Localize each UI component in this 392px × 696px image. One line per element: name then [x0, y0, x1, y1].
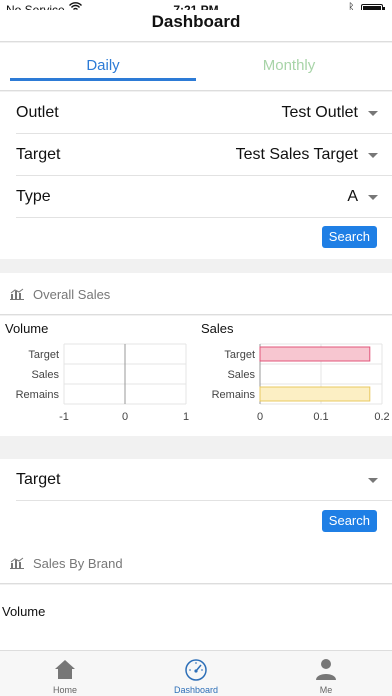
y-tick-label: Target: [28, 349, 59, 361]
person-icon: [316, 659, 336, 680]
x-tick-label: -1: [59, 411, 69, 423]
brand-target-select[interactable]: Target: [16, 459, 392, 501]
chevron-down-icon: [368, 195, 378, 200]
outlet-label: Outlet: [16, 104, 59, 121]
bottom-tab-home[interactable]: Home: [0, 651, 130, 696]
bar-chart-icon: [10, 557, 24, 569]
x-tick-label: 1: [183, 411, 189, 423]
type-label: Type: [16, 188, 51, 205]
brand-target-label: Target: [16, 471, 61, 488]
chart-title: Volume: [5, 321, 49, 336]
sales-by-brand-heading: Sales By Brand: [33, 556, 123, 571]
y-tick-label: Target: [224, 349, 255, 361]
speedometer-icon: [185, 659, 207, 681]
target-label: Target: [16, 146, 61, 163]
chevron-down-icon: [368, 153, 378, 158]
y-tick-label: Remains: [212, 389, 256, 401]
bar-target: [259, 346, 371, 362]
overall-sales-header: Overall Sales: [0, 273, 392, 315]
bottom-tab-me[interactable]: Me: [261, 651, 391, 696]
volume-chart: Volume -1 0 1 Target Sales Remains: [0, 316, 196, 436]
y-tick-label: Sales: [227, 369, 255, 381]
chevron-down-icon: [368, 478, 378, 483]
filter-card: Outlet Test Outlet Target Test Sales Tar…: [0, 92, 392, 259]
sales-chart: Sales 0 0.1 0.2 Target Sales Remains: [196, 316, 392, 436]
overall-sales-heading: Overall Sales: [33, 287, 111, 302]
home-icon: [55, 660, 75, 679]
bottom-tab-label: Me: [319, 685, 333, 695]
tab-daily[interactable]: Daily: [10, 43, 196, 81]
x-tick-label: 0: [257, 411, 263, 423]
type-value: A: [347, 188, 358, 205]
outlet-value: Test Outlet: [281, 104, 358, 121]
outlet-select[interactable]: Outlet Test Outlet: [16, 92, 392, 134]
bottom-tab-label: Home: [52, 685, 77, 695]
brand-chart-area: Volume: [0, 585, 392, 650]
bar-remains: [259, 386, 371, 402]
brand-search-button[interactable]: Search: [321, 510, 377, 532]
y-tick-label: Remains: [16, 389, 60, 401]
tab-bar: Daily Monthly: [0, 43, 392, 91]
chevron-down-icon: [368, 111, 378, 116]
brand-volume-title: Volume: [2, 604, 46, 619]
x-tick-label: 0.1: [313, 411, 328, 423]
bottom-tab-bar: Home Dashboard Me: [0, 650, 392, 696]
type-select[interactable]: Type A: [16, 176, 392, 218]
x-tick-label: 0.2: [374, 411, 389, 423]
bottom-tab-label: Dashboard: [173, 685, 219, 695]
page-title: Dashboard: [151, 12, 241, 31]
bottom-tab-dashboard[interactable]: Dashboard: [131, 651, 261, 696]
search-button[interactable]: Search: [321, 226, 377, 248]
nav-bar: Dashboard: [0, 10, 392, 42]
bar-chart-icon: [10, 288, 24, 300]
target-select[interactable]: Target Test Sales Target: [16, 134, 392, 176]
y-tick-label: Sales: [31, 369, 59, 381]
target-value: Test Sales Target: [235, 146, 358, 163]
chart-title: Sales: [201, 321, 234, 336]
sales-by-brand-header: Sales By Brand: [0, 542, 392, 584]
tab-monthly[interactable]: Monthly: [196, 43, 382, 91]
x-tick-label: 0: [122, 411, 128, 423]
brand-filter-card: Target Search: [0, 459, 392, 543]
